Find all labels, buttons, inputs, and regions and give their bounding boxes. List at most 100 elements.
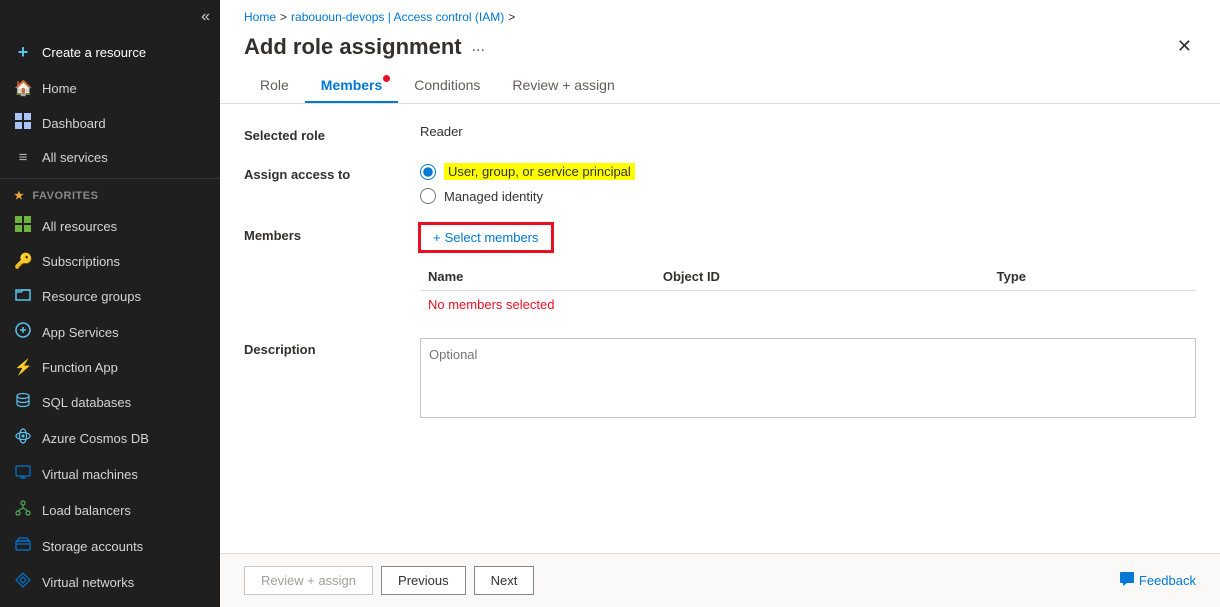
sidebar-item-label: SQL databases — [42, 395, 131, 410]
breadcrumb-separator-1: > — [280, 10, 287, 24]
assign-access-row: Assign access to User, group, or service… — [244, 163, 1196, 204]
sidebar-item-all-resources[interactable]: All resources — [0, 208, 220, 244]
col-object-id: Object ID — [655, 263, 989, 291]
sidebar-item-label: App Services — [42, 325, 119, 340]
sidebar-item-label: Virtual networks — [42, 575, 134, 590]
page-title: Add role assignment — [244, 34, 462, 60]
members-required-dot — [383, 75, 390, 82]
members-label: Members — [244, 224, 404, 243]
sidebar-item-storage-accounts[interactable]: Storage accounts — [0, 528, 220, 564]
favorites-label: FAVORITES — [32, 190, 98, 202]
sidebar-item-virtual-networks[interactable]: Virtual networks — [0, 564, 220, 600]
sidebar-item-label: Storage accounts — [42, 539, 143, 554]
sidebar-item-virtual-machines[interactable]: Virtual machines — [0, 456, 220, 492]
select-members-button-label: Select members — [445, 230, 539, 245]
description-label: Description — [244, 338, 404, 357]
radio-user-group-input[interactable] — [420, 164, 436, 180]
virtual-networks-icon — [14, 572, 32, 592]
tab-role[interactable]: Role — [244, 69, 305, 103]
app-services-icon — [14, 322, 32, 342]
breadcrumb-resource[interactable]: rabououn-devops | Access control (IAM) — [291, 10, 504, 24]
virtual-machines-icon — [14, 464, 32, 484]
sidebar-item-label: All services — [42, 150, 108, 165]
members-row: Members + Select members Name Object ID … — [244, 224, 1196, 318]
review-assign-button[interactable]: Review + assign — [244, 566, 373, 595]
collapse-icon: « — [201, 8, 210, 26]
breadcrumb-home[interactable]: Home — [244, 10, 276, 24]
sidebar-item-label: Home — [42, 81, 77, 96]
cosmos-icon — [14, 428, 32, 448]
tab-role-label: Role — [260, 77, 289, 93]
form-area: Selected role Reader Assign access to Us… — [220, 104, 1220, 553]
tab-members[interactable]: Members — [305, 69, 398, 103]
sidebar-item-all-services[interactable]: ≡ All services — [0, 141, 220, 174]
sidebar-item-label: Function App — [42, 360, 118, 375]
sidebar-item-app-services[interactable]: App Services — [0, 314, 220, 350]
sidebar: « + Create a resource 🏠 Home Dashboard ≡… — [0, 0, 220, 607]
radio-managed-identity-label: Managed identity — [444, 189, 543, 204]
access-type-radio-group: User, group, or service principal Manage… — [420, 163, 1196, 204]
col-type: Type — [989, 263, 1196, 291]
next-button[interactable]: Next — [474, 566, 535, 595]
page-header: Add role assignment ... ✕ — [220, 28, 1220, 69]
sql-icon — [14, 392, 32, 412]
breadcrumb-separator-2: > — [508, 10, 515, 24]
sidebar-item-label: Virtual machines — [42, 467, 138, 482]
description-textarea[interactable] — [420, 338, 1196, 418]
assign-access-label: Assign access to — [244, 163, 404, 182]
members-table: Name Object ID Type No members selected — [420, 263, 1196, 318]
sidebar-item-label: Create a resource — [42, 45, 146, 60]
subscriptions-icon: 🔑 — [14, 252, 32, 270]
sidebar-item-sql-databases[interactable]: SQL databases — [0, 384, 220, 420]
no-members-row: No members selected — [420, 291, 1196, 319]
sidebar-item-label: Subscriptions — [42, 254, 120, 269]
selected-role-label: Selected role — [244, 124, 404, 143]
favorites-header: ★ FAVORITES — [0, 183, 220, 208]
sidebar-item-resource-groups[interactable]: Resource groups — [0, 278, 220, 314]
selected-role-row: Selected role Reader — [244, 124, 1196, 143]
sidebar-collapse-button[interactable]: « — [0, 0, 220, 34]
more-options-button[interactable]: ... — [472, 38, 485, 56]
feedback-icon — [1119, 571, 1135, 590]
feedback-link[interactable]: Feedback — [1119, 571, 1196, 590]
radio-managed-identity-input[interactable] — [420, 188, 436, 204]
tab-review-assign[interactable]: Review + assign — [496, 69, 630, 103]
sidebar-item-subscriptions[interactable]: 🔑 Subscriptions — [0, 244, 220, 278]
tabs: Role Members Conditions Review + assign — [220, 69, 1220, 104]
breadcrumb: Home > rabououn-devops | Access control … — [220, 0, 1220, 28]
tab-conditions[interactable]: Conditions — [398, 69, 496, 103]
sidebar-item-microsoft-entra-id[interactable]: Microsoft Entra ID — [0, 600, 220, 607]
sidebar-item-label: Resource groups — [42, 289, 141, 304]
tab-review-assign-label: Review + assign — [512, 77, 614, 93]
create-resource-icon: + — [14, 42, 32, 63]
tab-members-label: Members — [321, 77, 382, 93]
selected-role-value: Reader — [420, 120, 463, 139]
load-balancers-icon — [14, 500, 32, 520]
col-name: Name — [420, 263, 655, 291]
close-button[interactable]: ✕ — [1173, 32, 1196, 61]
sidebar-item-create-resource[interactable]: + Create a resource — [0, 34, 220, 71]
sidebar-item-load-balancers[interactable]: Load balancers — [0, 492, 220, 528]
function-app-icon: ⚡ — [14, 358, 32, 376]
resource-groups-icon — [14, 286, 32, 306]
radio-managed-identity[interactable]: Managed identity — [420, 188, 1196, 204]
sidebar-item-label: Dashboard — [42, 116, 106, 131]
radio-user-group[interactable]: User, group, or service principal — [420, 163, 1196, 180]
sidebar-item-label: Load balancers — [42, 503, 131, 518]
main-content: Home > rabououn-devops | Access control … — [220, 0, 1220, 607]
previous-button[interactable]: Previous — [381, 566, 466, 595]
plus-icon: + — [433, 230, 441, 245]
description-row: Description — [244, 338, 1196, 421]
sidebar-item-home[interactable]: 🏠 Home — [0, 71, 220, 105]
sidebar-item-dashboard[interactable]: Dashboard — [0, 105, 220, 141]
select-members-button[interactable]: + Select members — [420, 224, 552, 251]
members-table-header-row: Name Object ID Type — [420, 263, 1196, 291]
sidebar-item-azure-cosmos-db[interactable]: Azure Cosmos DB — [0, 420, 220, 456]
sidebar-item-function-app[interactable]: ⚡ Function App — [0, 350, 220, 384]
home-icon: 🏠 — [14, 79, 32, 97]
radio-user-group-label: User, group, or service principal — [444, 163, 635, 180]
storage-icon — [14, 536, 32, 556]
all-services-icon: ≡ — [14, 149, 32, 166]
footer: Review + assign Previous Next Feedback — [220, 553, 1220, 607]
sidebar-item-label: Azure Cosmos DB — [42, 431, 149, 446]
